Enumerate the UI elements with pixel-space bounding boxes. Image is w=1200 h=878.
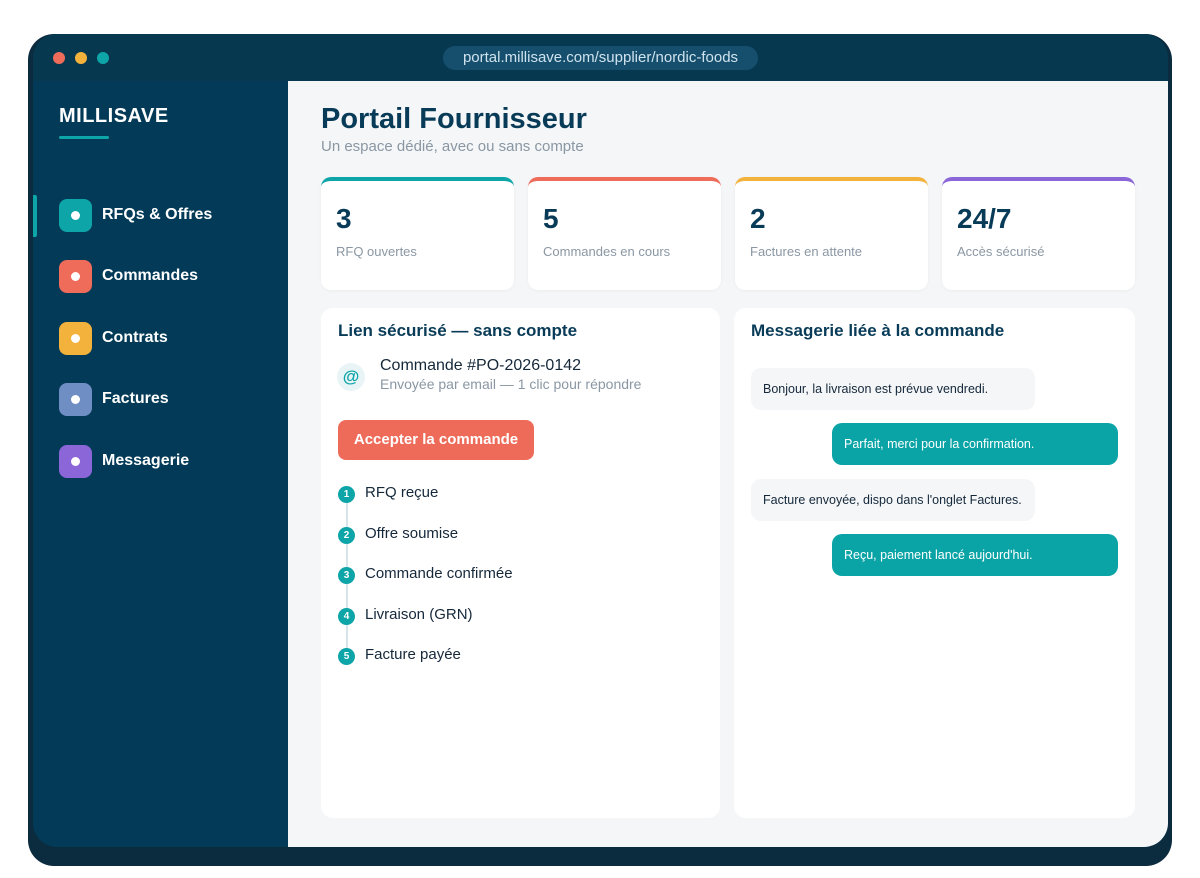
stat-label: RFQ ouvertes	[336, 244, 417, 259]
sidebar-item-label: RFQs & Offres	[102, 206, 213, 223]
sidebar-item-rfqs[interactable]: RFQs & Offres	[33, 192, 288, 242]
minimize-window-dot[interactable]	[75, 52, 87, 64]
close-window-dot[interactable]	[53, 52, 65, 64]
message-outgoing: Reçu, paiement lancé aujourd'hui.	[832, 534, 1118, 576]
step-label: Commande confirmée	[365, 565, 513, 582]
messagerie-icon	[59, 445, 92, 478]
at-icon: @	[337, 363, 365, 391]
stat-card-rfq: 3 RFQ ouvertes	[321, 177, 514, 290]
browser-window: portal.millisave.com/supplier/nordic-foo…	[33, 34, 1168, 847]
message-incoming: Facture envoyée, dispo dans l'onglet Fac…	[751, 479, 1035, 521]
message-incoming: Bonjour, la livraison est prévue vendred…	[751, 368, 1035, 410]
stat-card-factures: 2 Factures en attente	[735, 177, 928, 290]
message-outgoing: Parfait, merci pour la confirmation.	[832, 423, 1118, 465]
step-label: Livraison (GRN)	[365, 606, 473, 623]
factures-icon	[59, 383, 92, 416]
step-number: 5	[338, 648, 355, 665]
rfqs-icon	[59, 199, 92, 232]
step-number: 4	[338, 608, 355, 625]
order-subtitle: Envoyée par email — 1 clic pour répondre	[380, 376, 642, 392]
brand-logo: MILLISAVE	[59, 105, 169, 127]
browser-titlebar: portal.millisave.com/supplier/nordic-foo…	[33, 34, 1168, 81]
step-number: 3	[338, 567, 355, 584]
stat-card-commandes: 5 Commandes en cours	[528, 177, 721, 290]
messaging-panel: Messagerie liée à la commande Bonjour, l…	[734, 308, 1135, 818]
maximize-window-dot[interactable]	[97, 52, 109, 64]
order-title: Commande #PO-2026-0142	[380, 357, 582, 374]
sidebar-item-factures[interactable]: Factures	[33, 376, 288, 426]
main-content: Portail Fournisseur Un espace dédié, ave…	[288, 81, 1168, 847]
contrats-icon	[59, 322, 92, 355]
sidebar-item-messagerie[interactable]: Messagerie	[33, 438, 288, 488]
stat-label: Factures en attente	[750, 244, 863, 259]
step-label: RFQ reçue	[365, 484, 439, 501]
stat-value: 5	[543, 203, 559, 234]
sidebar: MILLISAVE RFQs & Offres Commandes Contra…	[33, 81, 288, 847]
panel-title: Lien sécurisé — sans compte	[338, 321, 578, 340]
panel-title: Messagerie liée à la commande	[751, 321, 1005, 340]
sidebar-item-label: Factures	[102, 390, 169, 407]
secure-link-panel: Lien sécurisé — sans compte @ Commande #…	[321, 308, 720, 818]
stat-value: 3	[336, 203, 352, 234]
address-bar[interactable]: portal.millisave.com/supplier/nordic-foo…	[443, 46, 758, 70]
sidebar-item-label: Commandes	[102, 267, 199, 284]
sidebar-item-label: Contrats	[102, 329, 168, 346]
brand-underline	[59, 136, 109, 139]
stat-label: Commandes en cours	[543, 244, 671, 259]
sidebar-item-contrats[interactable]: Contrats	[33, 315, 288, 365]
stat-label: Accès sécurisé	[957, 244, 1045, 259]
stat-value: 24/7	[957, 203, 1012, 234]
accept-order-button[interactable]: Accepter la commande	[338, 420, 534, 460]
sidebar-item-label: Messagerie	[102, 452, 190, 469]
stat-card-acces: 24/7 Accès sécurisé	[942, 177, 1135, 290]
step-number: 2	[338, 527, 355, 544]
stat-value: 2	[750, 203, 766, 234]
step-number: 1	[338, 486, 355, 503]
step-label: Offre soumise	[365, 525, 459, 542]
sidebar-item-commandes[interactable]: Commandes	[33, 253, 288, 303]
commandes-icon	[59, 260, 92, 293]
step-label: Facture payée	[365, 646, 461, 663]
page-subtitle: Un espace dédié, avec ou sans compte	[321, 138, 584, 155]
page-title: Portail Fournisseur	[321, 103, 587, 135]
